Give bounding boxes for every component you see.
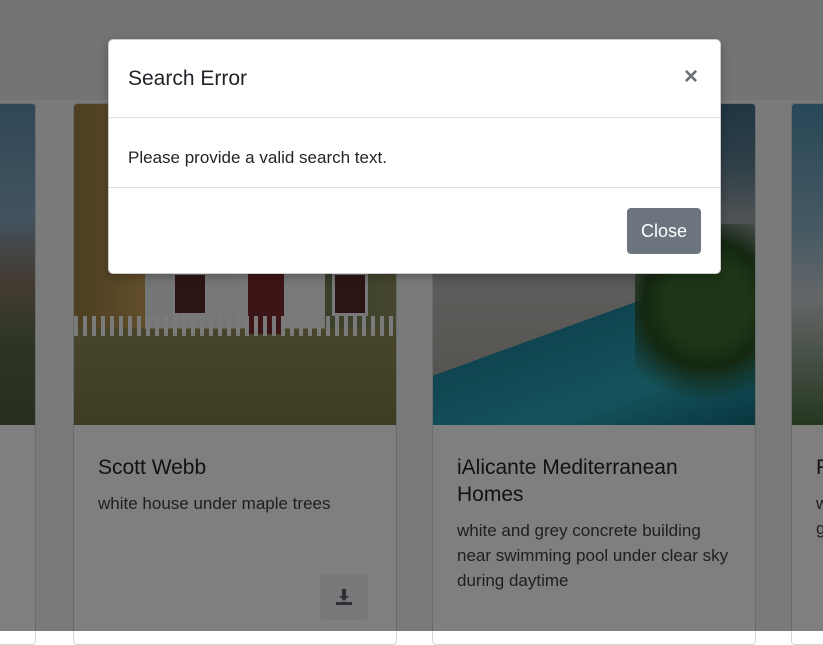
close-button[interactable]: Close <box>626 208 701 254</box>
close-icon[interactable]: × <box>678 63 704 90</box>
modal-footer: Close <box>109 187 720 274</box>
search-error-modal: Search Error × Please provide a valid se… <box>108 39 721 274</box>
modal-title: Search Error <box>128 67 248 90</box>
modal-message: Please provide a valid search text. <box>128 148 387 167</box>
modal-header: Search Error × <box>109 40 720 118</box>
